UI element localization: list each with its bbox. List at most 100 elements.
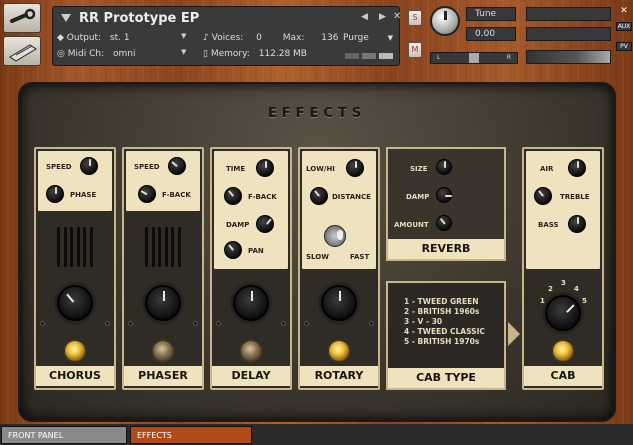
purge-label[interactable]: Purge <box>343 33 369 43</box>
delay-damp-knob[interactable] <box>256 215 274 233</box>
rotary-speed-switch[interactable] <box>324 225 346 247</box>
output-dropdown-icon[interactable]: ▼ <box>181 32 186 40</box>
tune-knob[interactable] <box>430 6 460 36</box>
pan-left-label: L <box>437 54 441 61</box>
effects-title: EFFECTS <box>267 106 367 121</box>
collapse-triangle-icon[interactable] <box>61 14 71 22</box>
chorus-phase-knob[interactable] <box>46 185 64 203</box>
pan-slider[interactable]: L R <box>430 52 518 64</box>
chorus-controls <box>38 151 112 211</box>
instrument-name[interactable]: RR Prototype EP <box>79 11 199 26</box>
rotary-bypass-lamp[interactable] <box>327 339 351 363</box>
prev-instrument-icon[interactable]: ◀ <box>361 12 368 22</box>
cab-air-knob[interactable] <box>568 159 586 177</box>
phaser-speed-label: SPEED <box>134 163 160 171</box>
reverb-damp-label: DAMP <box>406 193 430 201</box>
rotary-module: LOW/HI DISTANCE SLOW FAST ROTARY <box>298 147 380 390</box>
phaser-speed-knob[interactable] <box>168 157 186 175</box>
cab-treble-knob[interactable] <box>534 187 552 205</box>
close-icon[interactable]: ✕ <box>393 11 401 22</box>
tune-value[interactable]: 0.00 <box>466 27 516 41</box>
wrench-button[interactable] <box>3 3 41 33</box>
reverb-size-label: SIZE <box>410 165 428 173</box>
wrench-icon <box>10 8 36 23</box>
cab-type-label: CAB TYPE <box>388 368 504 388</box>
close-instrument-icon[interactable]: ✕ <box>618 6 630 18</box>
chorus-grille <box>57 227 93 267</box>
pv-button[interactable]: PV <box>616 42 632 51</box>
cab-type-item: 5 - BRITISH 1970s <box>404 337 480 346</box>
cab-position-3: 3 <box>561 279 566 287</box>
delay-bypass-lamp[interactable] <box>239 339 263 363</box>
tab-front-panel[interactable]: FRONT PANEL <box>1 426 127 444</box>
reverb-amount-label: AMOUNT <box>394 221 429 229</box>
midi-row: ◎ Midi Ch: omni <box>57 47 135 61</box>
cab-bass-knob[interactable] <box>568 215 586 233</box>
reverb-amount-knob[interactable] <box>436 215 452 231</box>
level-indicator <box>345 53 393 59</box>
chorus-label: CHORUS <box>36 366 114 386</box>
cab-type-item: 1 - TWEED GREEN <box>404 297 479 306</box>
volume-slider[interactable] <box>526 50 611 64</box>
next-instrument-icon[interactable]: ▶ <box>379 12 386 22</box>
memory-row: ▯ Memory: 112.28 MB <box>203 47 307 61</box>
delay-damp-label: DAMP <box>226 221 250 229</box>
rotary-distance-label: DISTANCE <box>332 193 371 201</box>
cab-position-4: 4 <box>574 285 579 293</box>
phaser-fback-knob[interactable] <box>138 185 156 203</box>
effects-panel: EFFECTS SPEED PHASE CHORUS SPEED F-BACK … <box>18 82 616 422</box>
cab-type-arrow-icon <box>508 322 520 346</box>
cab-position-2: 2 <box>548 285 553 293</box>
phaser-module: SPEED F-BACK PHASER <box>122 147 204 390</box>
purge-dropdown-icon[interactable]: ▼ <box>388 34 393 42</box>
delay-fback-label: F-BACK <box>248 193 277 201</box>
cab-module: AIR TREBLE BASS 1 2 3 4 5 CAB <box>522 147 604 390</box>
rotary-lowhi-knob[interactable] <box>346 159 364 177</box>
output-value[interactable]: st. 1 <box>110 33 130 43</box>
reverb-size-knob[interactable] <box>436 159 452 175</box>
rotary-mix-knob[interactable] <box>321 285 357 321</box>
keyboard-button[interactable] <box>3 36 41 66</box>
cab-air-label: AIR <box>540 165 554 173</box>
cab-type-selector-knob[interactable] <box>545 295 581 331</box>
delay-module: TIME F-BACK DAMP PAN DELAY <box>210 147 292 390</box>
delay-label: DELAY <box>212 366 290 386</box>
chorus-module: SPEED PHASE CHORUS <box>34 147 116 390</box>
mute-button[interactable]: M <box>408 42 422 58</box>
cab-bass-label: BASS <box>538 221 559 229</box>
midi-value[interactable]: omni <box>113 49 135 59</box>
cab-bypass-lamp[interactable] <box>551 339 575 363</box>
phaser-mix-knob[interactable] <box>145 285 181 321</box>
tab-bar: FRONT PANEL EFFECTS <box>0 424 633 445</box>
tab-effects[interactable]: EFFECTS <box>130 426 252 444</box>
delay-pan-knob[interactable] <box>224 241 242 259</box>
keyboard-icon <box>9 44 37 62</box>
midi-icon: ◎ <box>57 49 65 59</box>
delay-mix-knob[interactable] <box>233 285 269 321</box>
rotary-distance-knob[interactable] <box>310 187 328 205</box>
memory-icon: ▯ <box>203 49 208 59</box>
phaser-bypass-lamp[interactable] <box>151 339 175 363</box>
tune-label: Tune <box>466 7 516 21</box>
rotary-slow-label: SLOW <box>306 253 329 261</box>
delay-time-knob[interactable] <box>256 159 274 177</box>
reverb-module: SIZE DAMP AMOUNT REVERB <box>386 147 506 261</box>
delay-fback-knob[interactable] <box>224 187 242 205</box>
purge-menu[interactable]: Purge ▼ <box>343 31 393 45</box>
output-row: ◆ Output: st. 1 <box>57 31 130 45</box>
midi-dropdown-icon[interactable]: ▼ <box>181 48 186 56</box>
solo-button[interactable]: S <box>408 10 422 26</box>
chorus-mix-knob[interactable] <box>57 285 93 321</box>
reverb-damp-knob[interactable] <box>436 187 452 203</box>
instrument-header: RR Prototype EP ◀ ▶ ✕ ◆ Output: st. 1 ▼ … <box>0 0 633 72</box>
phaser-fback-label: F-BACK <box>162 191 191 199</box>
max-value[interactable]: 136 <box>321 33 338 43</box>
aux-button[interactable]: AUX <box>616 22 632 31</box>
meter-left <box>526 7 611 21</box>
chorus-bypass-lamp[interactable] <box>63 339 87 363</box>
memory-label: Memory: <box>210 49 250 59</box>
delay-pan-label: PAN <box>248 247 264 255</box>
instrument-info-panel: RR Prototype EP ◀ ▶ ✕ ◆ Output: st. 1 ▼ … <box>52 6 401 66</box>
rotary-fast-label: FAST <box>350 253 370 261</box>
chorus-speed-knob[interactable] <box>80 157 98 175</box>
